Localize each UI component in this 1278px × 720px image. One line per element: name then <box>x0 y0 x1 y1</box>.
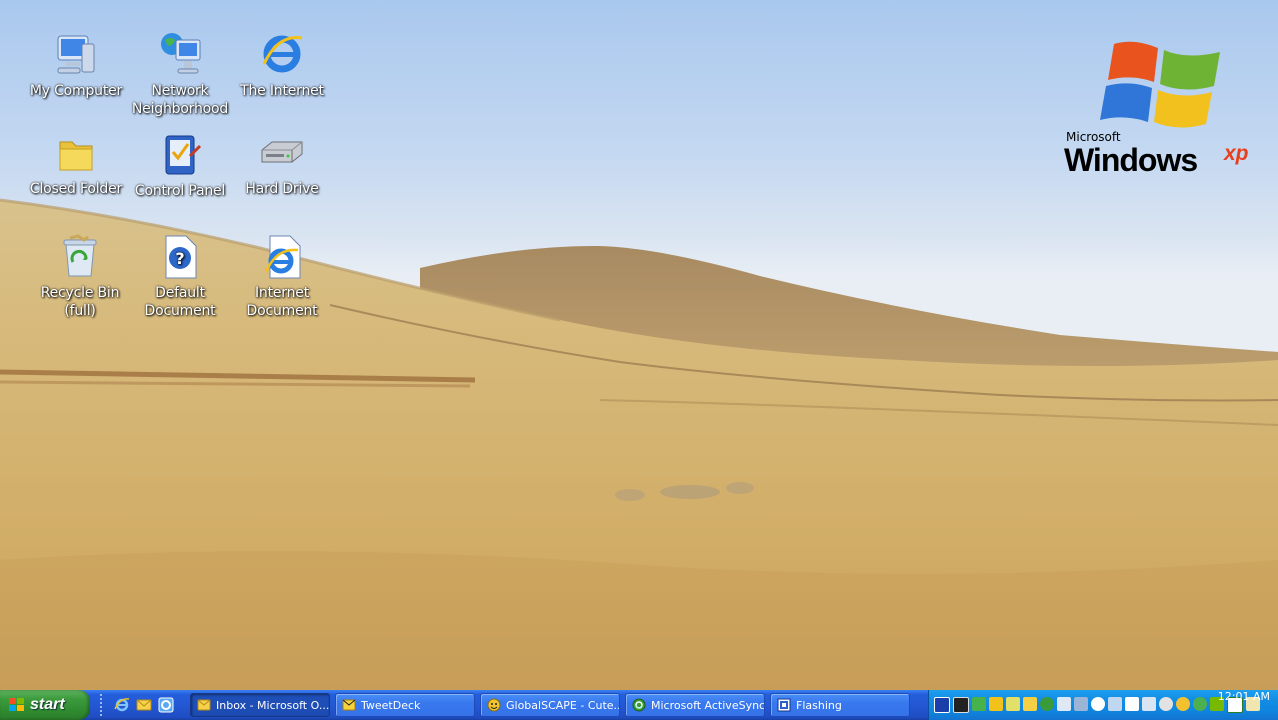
flashing-icon <box>777 698 791 712</box>
desktop-icon-network-neighborhood[interactable]: Network Neighborhood <box>128 30 232 118</box>
svg-text:?: ? <box>175 249 184 268</box>
taskbar: start Inbox - Microsoft O... TweetDeck G… <box>0 690 1278 720</box>
desktop-icon-the-internet[interactable]: The Internet <box>230 30 334 100</box>
tray-link-icon[interactable] <box>1142 697 1156 711</box>
task-button-globalscape[interactable]: GlobalSCAPE - Cute... <box>480 693 620 717</box>
windows-flag-icon <box>9 698 24 711</box>
tray-people-icon[interactable] <box>972 697 986 711</box>
desktop-icon-closed-folder[interactable]: Closed Folder <box>24 136 128 198</box>
icon-label: Hard Drive <box>245 181 319 197</box>
tray-n-icon[interactable] <box>1125 697 1139 711</box>
quick-launch-ie[interactable] <box>157 696 175 714</box>
folder-icon <box>59 141 93 171</box>
icon-label: Internet Document <box>246 285 318 319</box>
system-tray: 12:01 AM <box>928 690 1278 720</box>
desktop-icon-control-panel[interactable]: Control Panel <box>128 134 232 200</box>
internet-explorer-icon <box>114 698 130 712</box>
desktop-icon-default-document[interactable]: ? Default Document <box>128 234 232 320</box>
recycle-bin-full-icon <box>63 234 97 277</box>
windows-xp-logo: Microsoft Windows xp <box>1062 38 1262 188</box>
tray-gauge-icon[interactable] <box>1176 697 1190 711</box>
windows-flag-icon <box>1100 41 1220 128</box>
toolbar-grip[interactable] <box>100 694 105 716</box>
tray-bluetooth-icon[interactable] <box>1108 697 1122 711</box>
task-button-tweetdeck[interactable]: TweetDeck <box>335 693 475 717</box>
quick-launch-bar <box>100 690 175 720</box>
tray-pen-icon[interactable] <box>1006 697 1020 711</box>
logo-windows-text: Windows <box>1064 142 1198 178</box>
tray-window-icon[interactable] <box>934 697 950 713</box>
task-label: GlobalSCAPE - Cute... <box>506 698 620 712</box>
desktop-icon-recycle-bin[interactable]: Recycle Bin (full) <box>28 234 132 320</box>
task-button-flashing[interactable]: Flashing <box>770 693 910 717</box>
tray-cd-icon[interactable] <box>1159 697 1173 711</box>
tweetdeck-icon <box>342 699 356 711</box>
ie-blue-icon <box>158 697 174 713</box>
icon-label: My Computer <box>29 83 123 99</box>
start-label: start <box>30 696 65 713</box>
desktop-icon-internet-document[interactable]: Internet Document <box>230 234 334 320</box>
cuteftp-icon <box>487 698 501 712</box>
task-label: Microsoft ActiveSync <box>651 698 765 712</box>
tray-mail-icon[interactable] <box>989 697 1003 711</box>
icon-label: Default Document <box>144 285 216 319</box>
task-label: Flashing <box>796 698 842 712</box>
my-computer-icon <box>57 35 95 74</box>
internet-explorer-icon <box>262 35 303 73</box>
control-panel-icon <box>165 135 202 175</box>
tray-sync-icon[interactable] <box>1040 697 1054 711</box>
tray-outlook-icon[interactable] <box>1023 697 1037 711</box>
task-button-inbox[interactable]: Inbox - Microsoft O... <box>190 693 330 717</box>
system-clock[interactable]: 12:01 AM <box>1218 690 1270 703</box>
quick-launch-outlook[interactable] <box>135 696 153 714</box>
icon-label: Control Panel <box>134 183 226 199</box>
tray-search-icon[interactable] <box>1091 697 1105 711</box>
icon-label: Recycle Bin (full) <box>40 285 120 319</box>
tray-icons <box>929 697 1260 713</box>
icon-label: Network Neighborhood <box>131 83 229 117</box>
activesync-icon <box>632 698 646 712</box>
quick-launch-internet-explorer[interactable] <box>113 696 131 714</box>
network-neighborhood-icon <box>161 33 201 74</box>
internet-document-icon <box>264 235 301 279</box>
task-button-activesync[interactable]: Microsoft ActiveSync <box>625 693 765 717</box>
logo-xp-text: xp <box>1224 142 1249 165</box>
desktop-background: My Computer Network Neighborhood The Int… <box>0 0 1278 690</box>
task-label: Inbox - Microsoft O... <box>216 698 330 712</box>
hard-drive-icon <box>261 141 303 163</box>
outlook-icon <box>136 699 152 711</box>
tray-monitor-icon[interactable] <box>1074 697 1088 711</box>
tray-globe-icon[interactable] <box>1193 697 1207 711</box>
icon-label: The Internet <box>240 83 324 99</box>
task-label: TweetDeck <box>361 698 421 712</box>
tray-network-icon[interactable] <box>1057 697 1071 711</box>
icon-label: Closed Folder <box>29 181 123 197</box>
start-button[interactable]: start <box>0 690 90 720</box>
desktop-icon-hard-drive[interactable]: Hard Drive <box>230 136 334 198</box>
desktop-icon-my-computer[interactable]: My Computer <box>24 30 128 100</box>
outlook-icon <box>197 699 211 711</box>
help-document-icon: ? <box>165 235 197 279</box>
tray-media-icon[interactable] <box>953 697 969 713</box>
